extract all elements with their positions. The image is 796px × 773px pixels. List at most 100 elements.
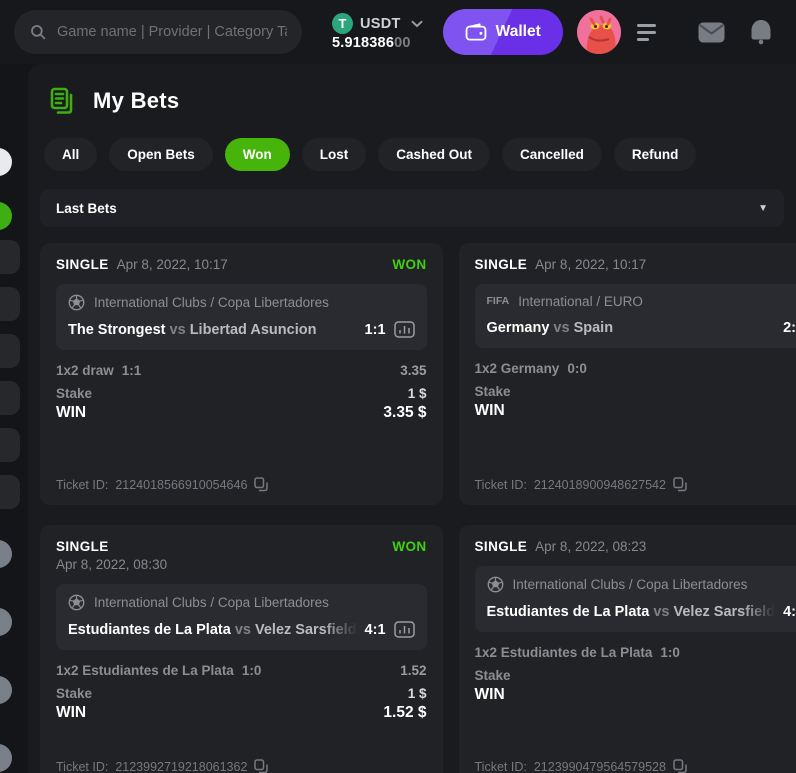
notifications-bell-icon[interactable] [749, 19, 773, 45]
sidebar-item[interactable] [0, 428, 20, 462]
copy-icon[interactable] [673, 477, 687, 492]
stats-icon[interactable] [394, 621, 415, 638]
bet-card: SINGLE Apr 8, 2022, 08:23 WON Internatio… [459, 525, 796, 773]
league-name: International / EURO [518, 294, 643, 309]
ticket-id-label: Ticket ID: [475, 760, 527, 773]
team-away: Velez Sarsfield [674, 604, 776, 620]
ticket-id-label: Ticket ID: [56, 760, 108, 773]
my-bets-icon [48, 86, 78, 116]
copy-icon[interactable] [254, 477, 268, 492]
tab[interactable]: Lost [302, 138, 367, 171]
match-panel[interactable]: International Clubs / Copa Libertadores … [475, 566, 796, 632]
bet-card-header: SINGLE Apr 8, 2022, 08:23 WON [475, 539, 796, 554]
ticket-id-label: Ticket ID: [56, 478, 108, 492]
vs-separator: vs [170, 322, 186, 338]
mail-icon[interactable] [698, 22, 725, 43]
copy-icon[interactable] [254, 759, 268, 773]
wallet-button[interactable]: Wallet [443, 9, 563, 55]
match-panel[interactable]: International Clubs / Copa Libertadores … [56, 284, 427, 350]
team-away: Velez Sarsfield [255, 622, 357, 638]
ticket-row: Ticket ID: 2123990479564579528 [475, 759, 796, 773]
left-sidebar [0, 64, 28, 773]
bet-market-label: 1x2 Germany [475, 361, 560, 376]
tab[interactable]: Open Bets [109, 138, 213, 171]
user-menu-icon[interactable] [637, 24, 656, 41]
bet-type: SINGLE [475, 257, 528, 272]
tab[interactable]: Won [225, 138, 290, 171]
filter-selected-value: Last Bets [56, 201, 117, 216]
sidebar-provider-icon[interactable] [0, 676, 12, 704]
content-row: My Bets All Open Bets Won Lost Cashed Ou… [0, 64, 796, 773]
bet-status-badge: WON [392, 257, 426, 272]
bets-filter-select[interactable]: Last Bets ▼ [40, 189, 784, 227]
avatar[interactable] [577, 10, 621, 54]
ticket-id-value: 2124018900948627542 [534, 478, 666, 492]
bet-card-header: SINGLE Apr 8, 2022, 08:30 WON [56, 539, 427, 572]
soccer-ball-icon [68, 294, 85, 311]
bet-type: SINGLE [56, 539, 109, 554]
sidebar-provider-icon[interactable] [0, 744, 12, 772]
fifa-logo-icon: FIFA [487, 296, 510, 307]
match-panel[interactable]: FIFA International / EURO Germany vs Spa… [475, 284, 796, 348]
match-panel[interactable]: International Clubs / Copa Libertadores … [56, 584, 427, 650]
sidebar-logo[interactable] [0, 148, 12, 176]
bet-market-score: 1:1 [122, 363, 142, 378]
chevron-down-icon [411, 20, 423, 28]
top-bar: T USDT 5.91838600 Wallet [0, 0, 796, 64]
vs-separator: vs [553, 320, 569, 336]
tab[interactable]: Refund [614, 138, 697, 171]
sidebar-item[interactable] [0, 475, 20, 509]
match-name: The Strongest vs Libertad Asuncion [68, 322, 357, 338]
topbar-icons: 40 [698, 19, 796, 45]
tab[interactable]: Cashed Out [378, 138, 490, 171]
bet-card-header: SINGLE Apr 8, 2022, 10:17 WON [475, 257, 796, 272]
bet-date: Apr 8, 2022, 10:17 [117, 257, 228, 272]
bet-type: SINGLE [475, 539, 528, 554]
stake-label: Stake [56, 386, 92, 401]
tab[interactable]: Cancelled [502, 138, 602, 171]
sidebar-active-item[interactable] [0, 202, 12, 230]
stats-icon[interactable] [394, 321, 415, 338]
team-away: Libertad Asuncion [190, 322, 317, 338]
team-home: The Strongest [68, 322, 165, 338]
sidebar-item[interactable] [0, 381, 20, 415]
bet-detail-rows: 1x2 draw 1:1 3.35 Stake 1 $ [56, 363, 427, 401]
sidebar-provider-icon[interactable] [0, 608, 12, 636]
bet-date: Apr 8, 2022, 08:23 [535, 539, 646, 554]
tab[interactable]: All [44, 138, 97, 171]
win-label: WIN [475, 402, 505, 420]
soccer-ball-icon [487, 576, 504, 593]
bet-status-badge: WON [392, 539, 426, 554]
bet-status-tabs: All Open Bets Won Lost Cashed Out Cancel… [40, 138, 784, 171]
bet-market-score: 1:0 [242, 663, 262, 678]
search-input[interactable] [57, 24, 287, 40]
bet-type: SINGLE [56, 257, 109, 272]
ticket-row: Ticket ID: 2124018566910054646 [56, 477, 427, 492]
stake-value: 1 $ [408, 686, 427, 701]
ticket-row: Ticket ID: 2124018900948627542 [475, 477, 796, 492]
copy-icon[interactable] [673, 759, 687, 773]
league-name: International Clubs / Copa Libertadores [94, 595, 329, 610]
sidebar-item[interactable] [0, 334, 20, 368]
bet-odds: 3.35 [400, 363, 426, 378]
vs-separator: vs [235, 622, 251, 638]
win-label: WIN [56, 404, 86, 422]
bet-date: Apr 8, 2022, 08:30 [56, 557, 167, 572]
game-search[interactable] [14, 10, 302, 54]
stake-label: Stake [475, 384, 511, 399]
match-score: 2:1 [783, 320, 796, 336]
wallet-icon [465, 23, 487, 41]
sidebar-item[interactable] [0, 287, 20, 321]
bet-detail-rows: 1x2 Germany0:0 3.2 Stake 1 $ [475, 361, 796, 399]
stake-value: 1 $ [408, 386, 427, 401]
bet-market-label: 1x2 draw [56, 363, 114, 378]
balance-selector[interactable]: T USDT 5.91838600 [332, 13, 423, 51]
bet-market-label: 1x2 Estudiantes de La Plata [475, 645, 653, 660]
sidebar-provider-icon[interactable] [0, 540, 12, 568]
team-home: Estudiantes de La Plata [68, 622, 231, 638]
bet-detail-rows: 1x2 Estudiantes de La Plata1:0 1.52 Stak… [56, 663, 427, 701]
sidebar-item[interactable] [0, 240, 20, 274]
win-value: 1.52 $ [383, 704, 426, 722]
wallet-label: Wallet [496, 23, 541, 41]
league-icon [68, 594, 85, 611]
